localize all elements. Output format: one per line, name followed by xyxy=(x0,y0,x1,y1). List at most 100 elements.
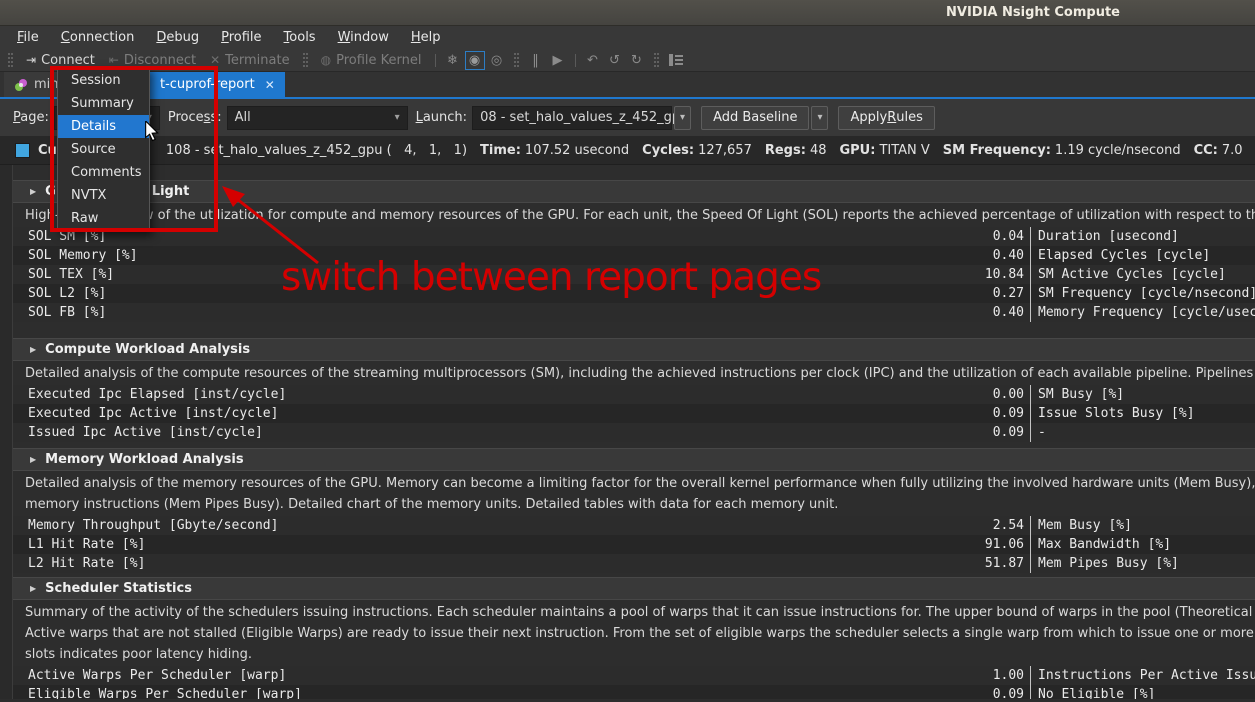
launch-select[interactable]: 08 - set_halo_values_z_452_gpu xyxy=(472,106,672,130)
metric-value: 0.40 xyxy=(993,248,1030,263)
metric-name: Executed Ipc Active [inst/cycle] xyxy=(13,406,278,421)
table-row: Eligible Warps Per Scheduler [warp] 0.09… xyxy=(13,685,1255,699)
section-compute-workload-analysis: ▶ Compute Workload Analysis Detailed ana… xyxy=(13,338,1255,442)
metric-value: 91.06 xyxy=(985,537,1030,552)
metric-value: 0.40 xyxy=(993,305,1030,320)
metric-value: 1.00 xyxy=(993,668,1030,683)
table-row: Memory Throughput [Gbyte/second] 2.54 Me… xyxy=(13,516,1255,535)
page-label: Page: xyxy=(13,110,49,125)
profile-kernel-icon: ◍ xyxy=(321,54,331,66)
run-to-next-range-icon[interactable]: ↻ xyxy=(627,51,647,70)
toolbar-separator xyxy=(575,54,576,67)
run-to-next-api-call-icon[interactable]: ↺ xyxy=(605,51,625,70)
api-stream-icon[interactable] xyxy=(666,51,686,70)
kernel-color-checkbox[interactable] xyxy=(15,143,30,158)
metrics-table: Executed Ipc Elapsed [inst/cycle] 0.00 S… xyxy=(13,385,1255,442)
metric-value: 51.87 xyxy=(985,556,1030,571)
metric-name-2: - xyxy=(1031,425,1046,440)
section-scheduler-statistics: ▶ Scheduler Statistics Summary of the ac… xyxy=(13,577,1255,699)
add-baseline-button[interactable]: Add Baseline xyxy=(701,106,809,130)
table-row: SOL FB [%] 0.40 Memory Frequency [cycle/… xyxy=(13,303,1255,322)
metric-name: SOL TEX [%] xyxy=(13,267,114,282)
terminate-icon: ✕ xyxy=(210,54,220,66)
metric-value: 0.04 xyxy=(993,229,1030,244)
toolbar-grip[interactable] xyxy=(514,53,519,67)
expand-arrow-icon[interactable]: ▶ xyxy=(30,584,36,593)
report-file-icon xyxy=(14,78,28,92)
pause-icon[interactable]: ‖ xyxy=(526,51,546,70)
menu-file[interactable]: File xyxy=(6,28,50,48)
annotation-rectangle xyxy=(50,66,218,232)
menu-profile[interactable]: Profile xyxy=(210,28,272,48)
auto-profile-icon[interactable]: ◉ xyxy=(465,51,485,70)
section-header[interactable]: ▶ Memory Workload Analysis xyxy=(13,448,1255,471)
menu-help[interactable]: Help xyxy=(400,28,452,48)
table-row: L2 Hit Rate [%] 51.87 Mem Pipes Busy [%] xyxy=(13,554,1255,573)
chevron-down-icon: ▾ xyxy=(680,112,685,123)
tab-close-icon[interactable]: ✕ xyxy=(265,78,275,92)
section-description: Detailed analysis of the memory resource… xyxy=(25,476,1255,492)
metrics-table: Active Warps Per Scheduler [warp] 1.00 I… xyxy=(13,666,1255,699)
metric-name-2: SM Busy [%] xyxy=(1031,387,1124,402)
toolbar-grip[interactable] xyxy=(8,53,13,67)
table-row: Issued Ipc Active [inst/cycle] 0.09 - xyxy=(13,423,1255,442)
metric-name-2: Elapsed Cycles [cycle] xyxy=(1031,248,1210,263)
metric-name-2: Duration [usecond] xyxy=(1031,229,1179,244)
kernel-field: SM Frequency:1.19 cycle/nsecond xyxy=(943,143,1181,158)
expand-arrow-icon[interactable]: ▶ xyxy=(30,345,36,354)
toolbar-grip[interactable] xyxy=(654,53,659,67)
expand-arrow-icon[interactable]: ▶ xyxy=(30,187,36,196)
metric-value: 0.27 xyxy=(993,286,1030,301)
section-description: slots indicates poor latency hiding. xyxy=(25,647,1255,663)
profile-kernel-button[interactable]: ◍Profile Kernel xyxy=(314,50,429,71)
step-icon[interactable]: ▶ xyxy=(548,51,568,70)
launch-value: 08 - set_halo_values_z_452_gpu xyxy=(480,110,688,125)
kernel-field: Cycles:127,657 xyxy=(642,143,752,158)
process-select[interactable]: All ▾ xyxy=(227,106,408,130)
connect-icon: ⇥ xyxy=(26,54,36,66)
menu-window[interactable]: Window xyxy=(327,28,400,48)
metric-name: L2 Hit Rate [%] xyxy=(13,556,145,571)
metrics-table: Memory Throughput [Gbyte/second] 2.54 Me… xyxy=(13,516,1255,573)
menu-connection[interactable]: Connection xyxy=(50,28,146,48)
chevron-down-icon: ▾ xyxy=(389,112,400,123)
launch-select-arrow[interactable]: ▾ xyxy=(674,106,691,130)
table-row: L1 Hit Rate [%] 91.06 Max Bandwidth [%] xyxy=(13,535,1255,554)
metric-name-2: No Eligible [%] xyxy=(1031,687,1155,699)
metric-value: 0.09 xyxy=(993,406,1030,421)
section-description: memory instructions (Mem Pipes Busy). De… xyxy=(25,497,1255,513)
apply-rules-button[interactable]: Apply Rules xyxy=(838,106,934,130)
metric-name-2: Instructions Per Active Issue Slot [inst… xyxy=(1031,668,1255,683)
metric-value: 0.00 xyxy=(993,387,1030,402)
section-description: Summary of the activity of the scheduler… xyxy=(25,605,1255,621)
toolbar-grip[interactable] xyxy=(303,53,308,67)
section-memory-workload-analysis: ▶ Memory Workload Analysis Detailed anal… xyxy=(13,448,1255,573)
metric-name: SOL FB [%] xyxy=(13,305,106,320)
add-baseline-arrow[interactable]: ▾ xyxy=(811,106,828,130)
metric-name-2: Max Bandwidth [%] xyxy=(1031,537,1171,552)
section-header[interactable]: ▶ Scheduler Statistics xyxy=(13,577,1255,600)
kernel-fields: Time:107.52 usecondCycles:127,657Regs:48… xyxy=(467,143,1255,158)
metric-name: SOL L2 [%] xyxy=(13,286,106,301)
section-header[interactable]: ▶ Compute Workload Analysis xyxy=(13,338,1255,361)
kernel-field: Regs:48 xyxy=(765,143,827,158)
expand-arrow-icon[interactable]: ▶ xyxy=(30,455,36,464)
run-to-next-kernel-icon[interactable]: ↶ xyxy=(583,51,603,70)
metric-name-2: Issue Slots Busy [%] xyxy=(1031,406,1195,421)
report-details-page: ▶ GPU Speed Of Light High-level overview… xyxy=(0,165,1255,699)
metric-name: Active Warps Per Scheduler [warp] xyxy=(13,668,286,683)
launch-label: Launch: xyxy=(416,110,467,125)
kernel-field: GPU:TITAN V xyxy=(839,143,929,158)
metric-name: Eligible Warps Per Scheduler [warp] xyxy=(13,687,302,699)
menu-debug[interactable]: Debug xyxy=(145,28,210,48)
kernel-field: CC:7.0 xyxy=(1194,143,1243,158)
profile-series-icon[interactable]: ◎ xyxy=(487,51,507,70)
freeze-api-icon[interactable]: ❄ xyxy=(443,51,463,70)
metric-value: 2.54 xyxy=(993,518,1030,533)
table-row: Active Warps Per Scheduler [warp] 1.00 I… xyxy=(13,666,1255,685)
section-description: Active warps that are not stalled (Eligi… xyxy=(25,626,1255,642)
section-title: Memory Workload Analysis xyxy=(45,452,243,467)
menubar: FileConnectionDebugProfileToolsWindowHel… xyxy=(0,26,1255,49)
menu-tools[interactable]: Tools xyxy=(273,28,327,48)
section-description: Detailed analysis of the compute resourc… xyxy=(25,366,1255,382)
